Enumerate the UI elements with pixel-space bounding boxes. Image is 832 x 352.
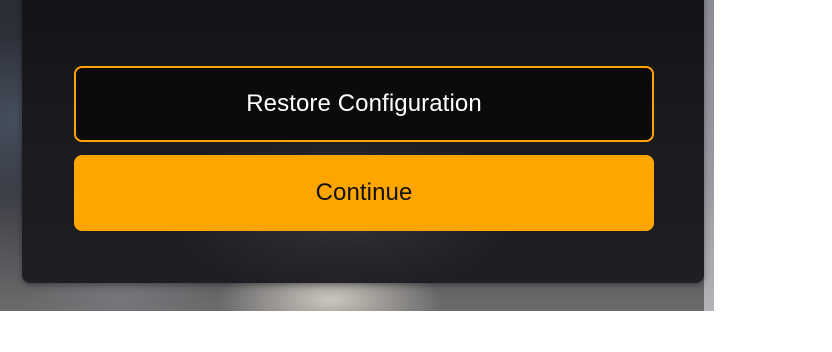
- restore-configuration-button[interactable]: Restore Configuration: [74, 66, 654, 142]
- continue-label: Continue: [315, 179, 413, 206]
- dialog-panel: Restore Configuration Continue: [22, 0, 704, 283]
- continue-button[interactable]: Continue: [74, 155, 654, 231]
- background-backdrop: Restore Configuration Continue: [0, 0, 714, 311]
- restore-configuration-label: Restore Configuration: [246, 90, 482, 117]
- backdrop-edge: [704, 0, 714, 311]
